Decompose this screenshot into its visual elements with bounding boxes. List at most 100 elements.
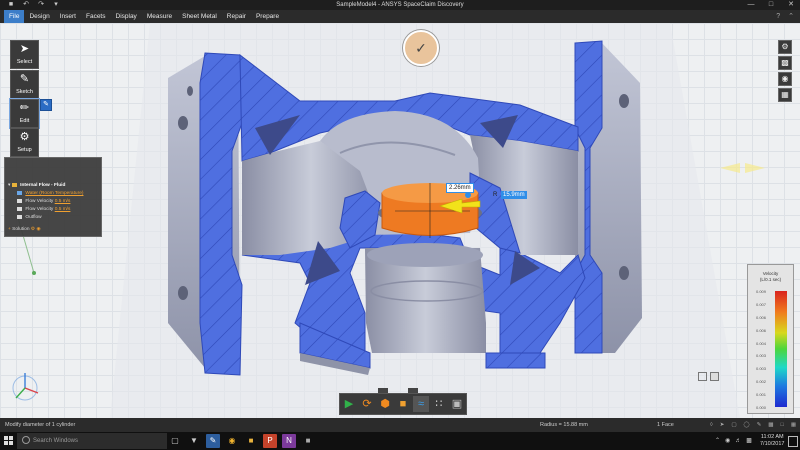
status-bar: Modify diameter of 1 cylinder Radius = 1… bbox=[0, 418, 800, 432]
outlet-icon bbox=[17, 214, 22, 219]
velocity-legend[interactable]: Velocity (L/0.1 sec) 0.009 0.007 0.006 0.00… bbox=[747, 264, 794, 414]
app-icon[interactable]: ■ bbox=[301, 434, 315, 448]
search-icon bbox=[22, 436, 30, 445]
paint-select-icon[interactable]: ✎ bbox=[757, 418, 762, 432]
grid-tool-icon[interactable]: ▦ bbox=[778, 88, 792, 102]
move-handle bbox=[720, 163, 740, 173]
bolt-hole bbox=[619, 266, 629, 280]
pull-subtool-icon[interactable]: ✎ bbox=[40, 99, 52, 111]
pull-tool-icon: ✓ bbox=[415, 40, 427, 56]
dimension-radius-value[interactable]: 15.9mm bbox=[501, 191, 527, 199]
windows-taskbar: Search Windows ▢ ▼ ✎ ◉ ■ P N ■ ⌃ ◉ ♬ ▩ 1… bbox=[0, 432, 800, 450]
menu-prepare[interactable]: Prepare bbox=[251, 10, 284, 23]
inlet-icon bbox=[17, 198, 22, 203]
dimension-primary[interactable]: 2.26mm bbox=[446, 183, 474, 193]
particles-icon[interactable]: ∷ bbox=[431, 396, 447, 412]
menu-insert[interactable]: Insert bbox=[55, 10, 81, 23]
solid-view-icon[interactable]: ■ bbox=[395, 396, 411, 412]
setup-tool-button[interactable]: ⚙ Setup bbox=[10, 128, 39, 157]
bolt-hole bbox=[178, 286, 188, 300]
settings-icon[interactable]: ⚙ bbox=[778, 40, 792, 54]
legend-tick: 0.006 bbox=[756, 314, 767, 320]
window-controls: — □ ✕ bbox=[746, 0, 796, 10]
axis-triad bbox=[12, 373, 39, 401]
tray-expand-icon[interactable]: ⌃ bbox=[715, 432, 720, 450]
rotate-icon[interactable]: ⟳ bbox=[359, 396, 375, 412]
3d-viewport[interactable]: ✓ 2.26mm R 15.9mm bbox=[0, 23, 800, 418]
windows-start-icon[interactable] bbox=[4, 436, 14, 446]
spaceclaim-icon[interactable]: ✎ bbox=[206, 434, 220, 448]
chrome-icon[interactable]: ◉ bbox=[225, 434, 239, 448]
valve-cross-section[interactable] bbox=[0, 23, 800, 418]
taskbar-search[interactable]: Search Windows bbox=[17, 433, 167, 449]
title-bar: ■ ↶ ↷ ▾ SampleModel4 - ANSYS SpaceClaim … bbox=[0, 0, 800, 10]
active-tool-indicator[interactable]: ✓ bbox=[403, 30, 439, 66]
view-tool-icon[interactable]: ◉ bbox=[778, 72, 792, 86]
tree-item-flow-velocity[interactable]: Flow Velocity 0.5 m/s bbox=[17, 206, 70, 213]
bolt-hole bbox=[178, 116, 188, 130]
select-tool-button[interactable]: ➤ Select bbox=[10, 40, 39, 69]
help-icon[interactable]: ? bbox=[776, 10, 780, 23]
box-select-icon[interactable]: ▢ bbox=[731, 418, 736, 432]
edit-tool-button[interactable]: ✏ Edit bbox=[9, 98, 40, 129]
menu-measure[interactable]: Measure bbox=[142, 10, 177, 23]
legend-color-bar bbox=[775, 291, 787, 407]
tree-item-flow-velocity[interactable]: Flow Velocity 0.5 m/s bbox=[17, 198, 70, 205]
volume-icon[interactable]: ♬ bbox=[735, 432, 741, 450]
keyboard-icon[interactable]: ▩ bbox=[746, 432, 752, 450]
solution-display-icon[interactable]: ◉ bbox=[37, 227, 41, 232]
select-mode-icon[interactable]: ➤ bbox=[720, 418, 725, 432]
taskbar-clock[interactable]: 11:02 AM 7/10/2017 bbox=[760, 434, 784, 448]
notification-icon[interactable] bbox=[788, 436, 798, 447]
file-explorer-icon[interactable]: ▼ bbox=[187, 434, 201, 448]
network-icon[interactable]: ◉ bbox=[725, 432, 730, 450]
menu-design[interactable]: Design bbox=[24, 10, 54, 23]
play-icon[interactable]: ▶ bbox=[341, 396, 357, 412]
menu-file[interactable]: File bbox=[4, 10, 25, 23]
edge-filter-icon[interactable]: □ bbox=[781, 418, 784, 432]
tree-material[interactable]: Water (Room Temperature) bbox=[17, 190, 83, 197]
folder-icon[interactable]: ■ bbox=[244, 434, 258, 448]
collapse-icon[interactable]: ▾ bbox=[8, 183, 10, 188]
legend-unit: (L/0.1 sec) bbox=[759, 277, 782, 282]
minimize-ribbon-icon[interactable]: ⌃ bbox=[788, 10, 794, 23]
cube-icon[interactable]: ⬢ bbox=[377, 396, 393, 412]
view-mode-icon[interactable]: ▦ bbox=[791, 418, 796, 432]
menu-bar: File Design Insert Facets Display Measur… bbox=[0, 10, 800, 23]
tree-item-outflow[interactable]: Outflow bbox=[17, 214, 42, 221]
view-icon[interactable] bbox=[698, 372, 707, 381]
menu-sheet-metal[interactable]: Sheet Metal bbox=[177, 10, 222, 23]
task-view-icon[interactable]: ▢ bbox=[168, 434, 182, 448]
edit-brush-icon: ✏ bbox=[19, 102, 30, 114]
sketch-tool-button[interactable]: ✎ Sketch bbox=[10, 70, 39, 99]
bottom-foot-section bbox=[485, 352, 546, 369]
material-icon bbox=[17, 190, 22, 195]
streamline-icon[interactable]: ≈ bbox=[413, 396, 429, 412]
section-plane-icon[interactable]: ▣ bbox=[449, 396, 465, 412]
menu-display[interactable]: Display bbox=[111, 10, 142, 23]
clock-date: 7/10/2017 bbox=[760, 441, 785, 447]
menu-repair[interactable]: Repair bbox=[222, 10, 251, 23]
close-icon[interactable]: ✕ bbox=[786, 0, 796, 10]
tree-solution[interactable]: + Solution ⚙ ◉ bbox=[8, 226, 41, 233]
selection-filter-icon[interactable]: ◊ bbox=[710, 418, 713, 432]
window-title: SampleModel4 - ANSYS SpaceClaim Discover… bbox=[336, 2, 464, 8]
move-handle bbox=[745, 163, 765, 173]
clock-time: 11:02 AM bbox=[760, 434, 784, 440]
folder-icon bbox=[11, 182, 17, 187]
lasso-icon[interactable]: ◯ bbox=[744, 418, 750, 432]
view-icon[interactable] bbox=[710, 372, 719, 381]
maximize-icon[interactable]: □ bbox=[766, 0, 776, 10]
solution-settings-icon[interactable]: ⚙ bbox=[31, 227, 35, 232]
tree-root[interactable]: ▾ Internal Flow - Fluid bbox=[8, 182, 65, 189]
flow-point bbox=[32, 271, 36, 275]
pencil-icon: ✎ bbox=[19, 73, 30, 85]
face-filter-icon[interactable]: ▩ bbox=[768, 418, 773, 432]
bolt-hole bbox=[619, 94, 629, 108]
onenote-icon[interactable]: N bbox=[282, 434, 296, 448]
display-options-icon[interactable]: ▩ bbox=[778, 56, 792, 70]
menu-facets[interactable]: Facets bbox=[81, 10, 111, 23]
minimize-icon[interactable]: — bbox=[746, 0, 756, 10]
add-icon[interactable]: + bbox=[8, 227, 11, 232]
powerpoint-icon[interactable]: P bbox=[263, 434, 277, 448]
